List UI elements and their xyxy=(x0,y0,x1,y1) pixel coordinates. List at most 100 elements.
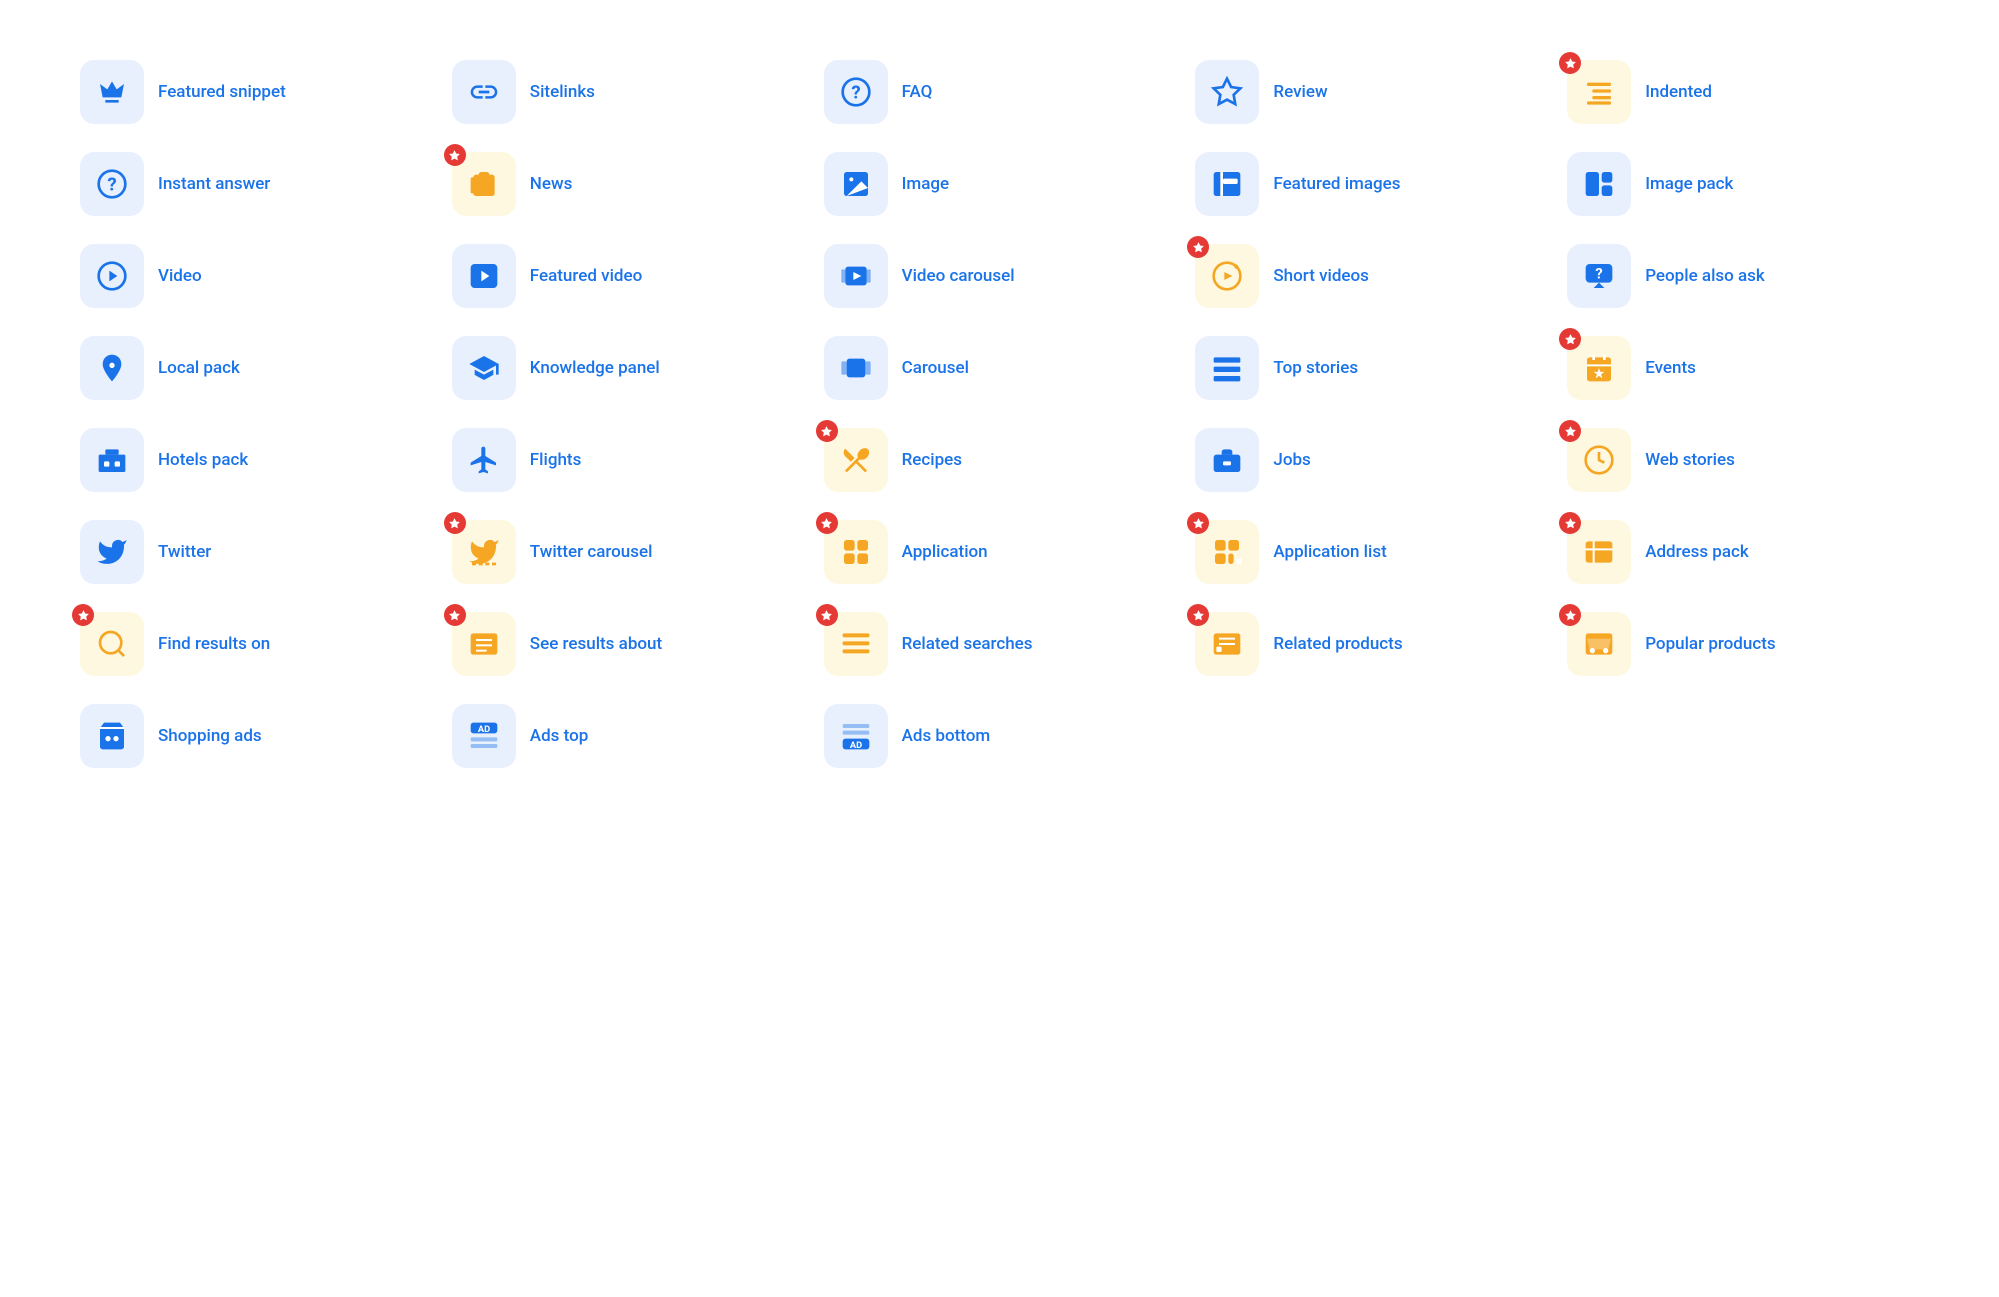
star-badge xyxy=(444,144,466,166)
star-badge xyxy=(1187,604,1209,626)
icon-wrap-related-products xyxy=(1195,612,1259,676)
svg-text:?: ? xyxy=(1596,265,1603,283)
item-featured-images[interactable]: Featured images xyxy=(1195,152,1547,216)
item-shopping-ads[interactable]: Shopping ads xyxy=(80,704,432,768)
item-knowledge-panel[interactable]: Knowledge panel xyxy=(452,336,804,400)
icon-wrap-knowledge-panel xyxy=(452,336,516,400)
item-hotels-pack[interactable]: Hotels pack xyxy=(80,428,432,492)
star-badge xyxy=(1559,604,1581,626)
item-carousel[interactable]: Carousel xyxy=(824,336,1176,400)
item-see-results-about[interactable]: See results about xyxy=(452,612,804,676)
icon-wrap-video xyxy=(80,244,144,308)
star-badge xyxy=(1559,512,1581,534)
icon-wrap-video-carousel xyxy=(824,244,888,308)
label-twitter-carousel: Twitter carousel xyxy=(530,541,653,563)
icon-wrap-featured-video xyxy=(452,244,516,308)
icon-wrap-featured-snippet xyxy=(80,60,144,124)
icon-wrap-people-also-ask: ? xyxy=(1567,244,1631,308)
item-recipes[interactable]: Recipes xyxy=(824,428,1176,492)
icon-wrap-image-pack xyxy=(1567,152,1631,216)
label-flights: Flights xyxy=(530,449,582,471)
item-image-pack[interactable]: Image pack xyxy=(1567,152,1919,216)
label-indented: Indented xyxy=(1645,81,1712,103)
item-faq[interactable]: ? FAQ xyxy=(824,60,1176,124)
label-shopping-ads: Shopping ads xyxy=(158,725,262,747)
label-featured-images: Featured images xyxy=(1273,173,1400,195)
item-video[interactable]: Video xyxy=(80,244,432,308)
item-jobs[interactable]: Jobs xyxy=(1195,428,1547,492)
icon-wrap-sitelinks xyxy=(452,60,516,124)
label-faq: FAQ xyxy=(902,81,933,103)
star-badge xyxy=(444,512,466,534)
item-twitter[interactable]: Twitter xyxy=(80,520,432,584)
label-popular-products: Popular products xyxy=(1645,633,1775,655)
item-featured-snippet[interactable]: Featured snippet xyxy=(80,60,432,124)
item-application[interactable]: Application xyxy=(824,520,1176,584)
icon-wrap-jobs xyxy=(1195,428,1259,492)
label-recipes: Recipes xyxy=(902,449,962,471)
label-see-results-about: See results about xyxy=(530,633,662,655)
icon-wrap-carousel xyxy=(824,336,888,400)
label-related-searches: Related searches xyxy=(902,633,1033,655)
item-sitelinks[interactable]: Sitelinks xyxy=(452,60,804,124)
label-find-results-on: Find results on xyxy=(158,633,270,655)
svg-text:★: ★ xyxy=(1594,366,1605,380)
star-badge xyxy=(816,512,838,534)
icon-wrap-image xyxy=(824,152,888,216)
label-carousel: Carousel xyxy=(902,357,969,379)
item-find-results-on[interactable]: Find results on xyxy=(80,612,432,676)
icon-wrap-recipes xyxy=(824,428,888,492)
svg-text:?: ? xyxy=(107,174,116,196)
star-badge xyxy=(1187,512,1209,534)
item-local-pack[interactable]: Local pack xyxy=(80,336,432,400)
star-badge xyxy=(1559,420,1581,442)
svg-text:?: ? xyxy=(851,82,860,104)
label-short-videos: Short videos xyxy=(1273,265,1369,287)
item-indented[interactable]: Indented xyxy=(1567,60,1919,124)
star-badge xyxy=(72,604,94,626)
svg-text:AD: AD xyxy=(478,724,490,735)
item-review[interactable]: Review xyxy=(1195,60,1547,124)
item-video-carousel[interactable]: Video carousel xyxy=(824,244,1176,308)
item-web-stories[interactable]: Web stories xyxy=(1567,428,1919,492)
icon-wrap-indented xyxy=(1567,60,1631,124)
icon-wrap-short-videos xyxy=(1195,244,1259,308)
label-instant-answer: Instant answer xyxy=(158,173,270,195)
label-hotels-pack: Hotels pack xyxy=(158,449,248,471)
item-top-stories[interactable]: Top stories xyxy=(1195,336,1547,400)
item-image[interactable]: Image xyxy=(824,152,1176,216)
label-news: News xyxy=(530,173,573,195)
label-featured-snippet: Featured snippet xyxy=(158,81,286,103)
item-instant-answer[interactable]: ? Instant answer xyxy=(80,152,432,216)
icon-wrap-twitter xyxy=(80,520,144,584)
icon-wrap-ads-top: AD xyxy=(452,704,516,768)
item-related-searches[interactable]: Related searches xyxy=(824,612,1176,676)
icon-wrap-local-pack xyxy=(80,336,144,400)
item-events[interactable]: ★Events xyxy=(1567,336,1919,400)
item-application-list[interactable]: Application list xyxy=(1195,520,1547,584)
label-image: Image xyxy=(902,173,950,195)
label-jobs: Jobs xyxy=(1273,449,1310,471)
item-ads-bottom[interactable]: ADAds bottom xyxy=(824,704,1176,768)
item-news[interactable]: News xyxy=(452,152,804,216)
icon-wrap-featured-images xyxy=(1195,152,1259,216)
item-featured-video[interactable]: Featured video xyxy=(452,244,804,308)
item-popular-products[interactable]: Popular products xyxy=(1567,612,1919,676)
label-people-also-ask: People also ask xyxy=(1645,265,1765,287)
item-ads-top[interactable]: ADAds top xyxy=(452,704,804,768)
item-address-pack[interactable]: Address pack xyxy=(1567,520,1919,584)
icon-wrap-instant-answer: ? xyxy=(80,152,144,216)
item-related-products[interactable]: Related products xyxy=(1195,612,1547,676)
item-twitter-carousel[interactable]: Twitter carousel xyxy=(452,520,804,584)
label-review: Review xyxy=(1273,81,1327,103)
label-local-pack: Local pack xyxy=(158,357,240,379)
item-people-also-ask[interactable]: ? People also ask xyxy=(1567,244,1919,308)
icon-wrap-hotels-pack xyxy=(80,428,144,492)
label-application-list: Application list xyxy=(1273,541,1386,563)
label-video-carousel: Video carousel xyxy=(902,265,1015,287)
item-flights[interactable]: Flights xyxy=(452,428,804,492)
item-short-videos[interactable]: Short videos xyxy=(1195,244,1547,308)
label-featured-video: Featured video xyxy=(530,265,642,287)
label-top-stories: Top stories xyxy=(1273,357,1358,379)
star-badge xyxy=(816,420,838,442)
